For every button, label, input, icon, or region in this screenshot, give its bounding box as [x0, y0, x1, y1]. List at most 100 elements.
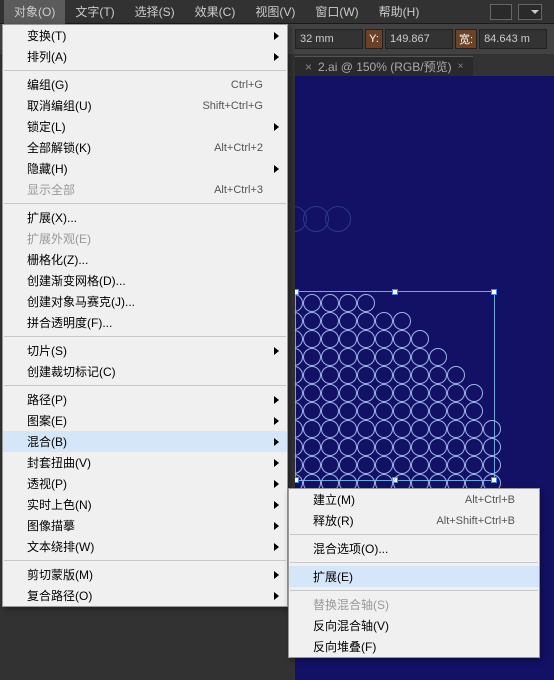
menu-item[interactable]: 建立(M)Alt+Ctrl+B: [289, 489, 539, 510]
menu-item-label: 扩展(E): [313, 568, 353, 585]
menu-shortcut: Shift+Ctrl+G: [202, 100, 263, 112]
menu-item[interactable]: 全部解锁(K)Alt+Ctrl+2: [3, 137, 287, 158]
menu-item[interactable]: 变换(T): [3, 25, 287, 46]
menu-item[interactable]: 隐藏(H): [3, 158, 287, 179]
chevron-right-icon: [274, 53, 279, 61]
chevron-right-icon: [274, 123, 279, 131]
document-tab[interactable]: × 2.ai @ 150% (RGB/预览) ×: [295, 56, 473, 76]
menu-window[interactable]: 窗口(W): [305, 0, 368, 24]
menubar: 对象(O) 文字(T) 选择(S) 效果(C) 视图(V) 窗口(W) 帮助(H…: [0, 0, 554, 24]
chevron-right-icon: [274, 543, 279, 551]
menu-object[interactable]: 对象(O): [4, 0, 65, 24]
tab-label: 2.ai @ 150% (RGB/预览): [318, 58, 452, 75]
workspace-switcher-icon[interactable]: [518, 4, 542, 20]
art-circles-top: [295, 206, 351, 232]
chevron-right-icon: [274, 32, 279, 40]
chevron-right-icon: [274, 417, 279, 425]
chevron-right-icon: [274, 459, 279, 467]
menu-item[interactable]: 扩展(E): [289, 566, 539, 587]
menu-item[interactable]: 创建渐变网格(D)...: [3, 270, 287, 291]
separator: [4, 336, 286, 337]
menu-item[interactable]: 排列(A): [3, 46, 287, 67]
menu-item-label: 实时上色(N): [27, 496, 92, 513]
menu-item[interactable]: 创建对象马赛克(J)...: [3, 291, 287, 312]
chevron-right-icon: [274, 480, 279, 488]
menu-help[interactable]: 帮助(H): [369, 0, 430, 24]
separator: [4, 70, 286, 71]
menu-item-label: 透视(P): [27, 475, 67, 492]
menu-item[interactable]: 释放(R) Alt+Shift+Ctrl+B: [289, 510, 539, 531]
menu-item-label: 混合(B): [27, 433, 67, 450]
layout-icon[interactable]: [490, 4, 512, 20]
menu-item-label: 取消编组(U): [27, 97, 92, 114]
menu-item-label: 混合选项(O)...: [313, 540, 388, 557]
menu-item-label: 显示全部: [27, 181, 75, 198]
menu-item-label: 排列(A): [27, 48, 67, 65]
menu-item-label: 扩展(X)...: [27, 209, 77, 226]
separator: [290, 534, 538, 535]
menu-item[interactable]: 透视(P): [3, 473, 287, 494]
separator: [290, 590, 538, 591]
menu-item[interactable]: 反向混合轴(V): [289, 615, 539, 636]
menu-item-label: 创建渐变网格(D)...: [27, 272, 126, 289]
menu-item: 扩展外观(E): [3, 228, 287, 249]
menu-item[interactable]: 图案(E): [3, 410, 287, 431]
menu-item[interactable]: 图像描摹: [3, 515, 287, 536]
menu-item[interactable]: 封套扭曲(V): [3, 452, 287, 473]
menu-item-label: 栅格化(Z)...: [27, 251, 88, 268]
menu-item[interactable]: 拼合透明度(F)...: [3, 312, 287, 333]
tab-close-icon[interactable]: ×: [458, 61, 464, 72]
y-value[interactable]: 149.867: [385, 29, 453, 49]
w-label: 宽:: [455, 29, 477, 49]
menu-item-label: 扩展外观(E): [27, 230, 91, 247]
w-value[interactable]: 84.643 m: [479, 29, 547, 49]
chevron-right-icon: [274, 592, 279, 600]
menu-item[interactable]: 锁定(L): [3, 116, 287, 137]
object-menu-dropdown: 变换(T) 排列(A) 编组(G)Ctrl+G 取消编组(U) Shift+Ctrl+G…: [2, 24, 288, 607]
menu-item[interactable]: 反向堆叠(F): [289, 636, 539, 657]
chevron-right-icon: [274, 571, 279, 579]
menu-item[interactable]: 编组(G)Ctrl+G: [3, 74, 287, 95]
menu-item-label: 反向混合轴(V): [313, 617, 389, 634]
menu-item[interactable]: 扩展(X)...: [3, 207, 287, 228]
menu-item[interactable]: 文本绕排(W): [3, 536, 287, 557]
menu-select[interactable]: 选择(S): [125, 0, 185, 24]
menu-shortcut: Alt+Shift+Ctrl+B: [436, 515, 515, 527]
menu-item-label: 封套扭曲(V): [27, 454, 91, 471]
menu-effect[interactable]: 效果(C): [185, 0, 246, 24]
menu-view[interactable]: 视图(V): [245, 0, 305, 24]
x-value[interactable]: 32 mm: [295, 29, 363, 49]
menu-item-label: 创建对象马赛克(J)...: [27, 293, 135, 310]
menu-item[interactable]: 路径(P): [3, 389, 287, 410]
separator: [290, 562, 538, 563]
chevron-right-icon: [274, 501, 279, 509]
menu-item-label: 拼合透明度(F)...: [27, 314, 112, 331]
separator: [4, 385, 286, 386]
menu-item-label: 图像描摹: [27, 517, 75, 534]
menu-item-label: 路径(P): [27, 391, 67, 408]
chevron-right-icon: [274, 522, 279, 530]
menu-item[interactable]: 栅格化(Z)...: [3, 249, 287, 270]
chevron-right-icon: [274, 396, 279, 404]
menu-item[interactable]: 混合选项(O)...: [289, 538, 539, 559]
menu-item[interactable]: 切片(S): [3, 340, 287, 361]
separator: [4, 203, 286, 204]
menu-item-label: 复合路径(O): [27, 587, 92, 604]
menu-item[interactable]: 取消编组(U) Shift+Ctrl+G: [3, 95, 287, 116]
menu-item[interactable]: 混合(B): [3, 431, 287, 452]
menu-type[interactable]: 文字(T): [65, 0, 124, 24]
menu-item[interactable]: 剪切蒙版(M): [3, 564, 287, 585]
separator: [4, 560, 286, 561]
handle-ne[interactable]: [491, 289, 497, 295]
menu-item-label: 替换混合轴(S): [313, 596, 389, 613]
chevron-right-icon: [274, 347, 279, 355]
menu-item-label: 剪切蒙版(M): [27, 566, 93, 583]
handle-n[interactable]: [392, 289, 398, 295]
blend-submenu: 建立(M)Alt+Ctrl+B 释放(R) Alt+Shift+Ctrl+B 混合选项…: [288, 488, 540, 658]
menu-item-label: 隐藏(H): [27, 160, 68, 177]
menu-item[interactable]: 实时上色(N): [3, 494, 287, 515]
menu-item[interactable]: 创建裁切标记(C): [3, 361, 287, 382]
menu-shortcut: Alt+Ctrl+2: [214, 142, 263, 154]
menu-item-label: 释放(R): [313, 512, 354, 529]
menu-item[interactable]: 复合路径(O): [3, 585, 287, 606]
